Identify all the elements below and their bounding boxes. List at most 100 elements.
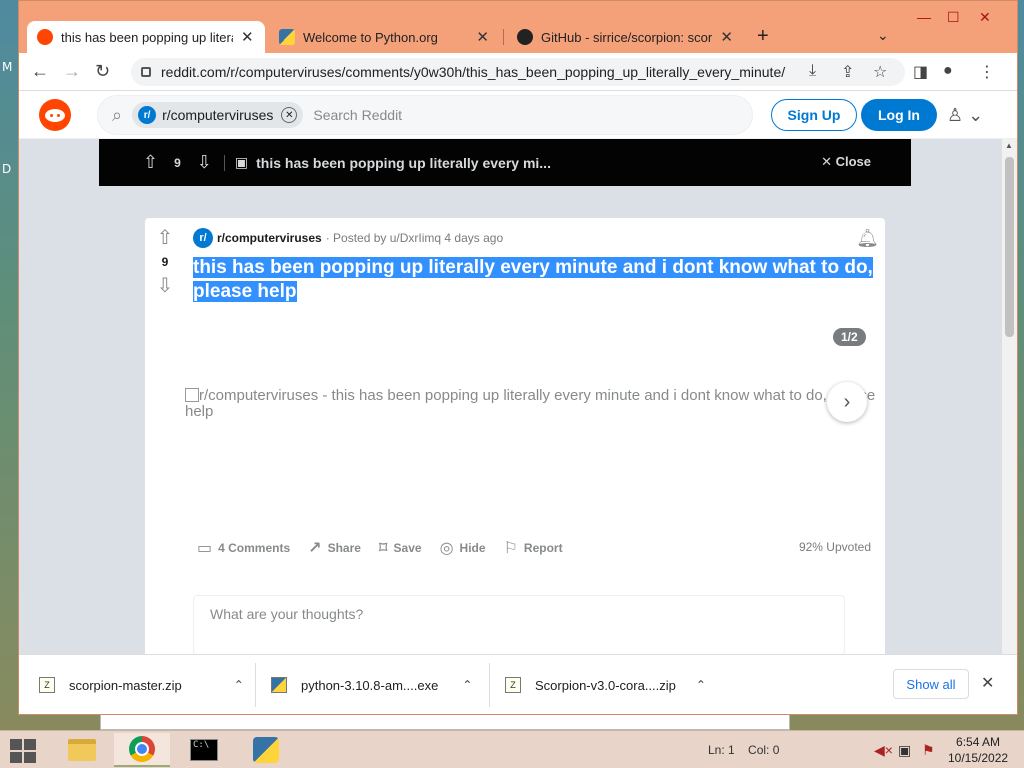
browser-window: this has been popping up literally every… [18, 0, 1018, 715]
save-label: Save [393, 541, 422, 555]
back-arrow-icon[interactable]: ← [31, 61, 49, 82]
upvote-ratio: 92% Upvoted [798, 540, 871, 554]
download-item[interactable]: python-3.10.8-am....exe ⌃ [271, 669, 472, 701]
clock-date: 10/15/2022 [948, 751, 1009, 765]
reddit-logo-icon[interactable] [39, 99, 71, 131]
tab-reddit[interactable]: this has been popping up literally every… [27, 21, 265, 53]
tab-separator [503, 29, 504, 45]
taskbar-cmd[interactable]: C:\ [176, 733, 232, 767]
download-item[interactable]: Z Scorpion-v3.0-cora....zip ⌃ [505, 669, 706, 701]
upvote-arrow-icon[interactable]: ⇧ [145, 226, 185, 250]
gallery-next-button[interactable]: › [827, 382, 867, 422]
upvote-arrow-icon[interactable]: ⇧ [143, 152, 158, 173]
flag-icon: ⚐ [503, 540, 518, 557]
save-button[interactable]: ⌑ Save [379, 538, 422, 558]
browser-toolbar: ← → ↻ reddit.com/r/computerviruses/comme… [19, 53, 1017, 91]
tab-python[interactable]: Welcome to Python.org ✕ [269, 21, 499, 53]
bookmark-star-icon[interactable]: ☆ [873, 62, 887, 82]
scrollbar-thumb[interactable] [1005, 157, 1014, 337]
image-alt-text: r/computerviruses - this has been poppin… [185, 387, 876, 420]
editor-status: Ln: 1 Col: 0 [708, 743, 779, 757]
download-filename: Scorpion-v3.0-cora....zip [535, 677, 676, 693]
side-panel-icon[interactable]: ◨ [913, 62, 928, 82]
page-scrollbar[interactable]: ▲ [1002, 139, 1017, 654]
taskbar-file-explorer[interactable] [54, 733, 110, 767]
log-in-button[interactable]: Log In [861, 99, 937, 131]
search-bar[interactable]: ⌕ r/ r/computerviruses ✕ Search Reddit [97, 95, 753, 135]
reload-icon[interactable]: ↻ [95, 61, 110, 82]
comment-input[interactable]: What are your thoughts? [193, 595, 845, 654]
volume-muted-icon[interactable]: ◀× [874, 742, 893, 759]
report-label: Report [523, 541, 563, 555]
close-window-button[interactable]: ✕ [979, 9, 991, 26]
forward-arrow-icon[interactable]: → [63, 61, 81, 82]
user-menu-icon[interactable]: ♙ ⌄ [947, 105, 983, 126]
desktop-label-d: D [2, 162, 12, 176]
comment-icon: ▭ [197, 540, 213, 557]
chevron-up-icon[interactable]: ⌃ [462, 678, 472, 692]
start-button[interactable] [10, 739, 38, 763]
share-icon[interactable]: ⇪ [841, 62, 854, 82]
clock-time: 6:54 AM [956, 735, 1001, 749]
new-tab-button[interactable]: + [757, 25, 769, 48]
hide-button[interactable]: ◎ Hide [440, 538, 486, 558]
tab-close-icon[interactable]: ✕ [720, 28, 733, 46]
subreddit-icon: r/ [193, 228, 213, 248]
sign-up-button[interactable]: Sign Up [771, 99, 857, 131]
search-icon: ⌕ [112, 104, 123, 125]
system-clock[interactable]: 6:54 AM 10/15/2022 [948, 734, 1008, 766]
close-download-shelf-icon[interactable]: ✕ [981, 673, 994, 693]
image-post-icon: ▣ [234, 154, 249, 170]
report-button[interactable]: ⚐ Report [504, 538, 563, 558]
tab-close-icon[interactable]: ✕ [241, 28, 254, 46]
command-prompt-icon: C:\ [190, 739, 218, 761]
browser-menu-icon[interactable]: ⋮ [979, 62, 995, 82]
maximize-button[interactable]: ☐ [947, 9, 960, 26]
show-all-downloads-button[interactable]: Show all [893, 669, 969, 699]
tab-close-icon[interactable]: ✕ [476, 28, 489, 46]
tab-search-button[interactable]: ⌄ [877, 27, 889, 44]
column-number: Col: 0 [748, 743, 780, 757]
address-bar[interactable]: reddit.com/r/computerviruses/comments/y0… [131, 58, 905, 86]
vote-count: 9 [161, 255, 169, 269]
chevron-up-icon[interactable]: ⌃ [696, 678, 706, 692]
post-title: this has been popping up literally every… [193, 256, 873, 304]
post-actions: ▭ 4 Comments ↗ Share ⌑ Save ◎ Hide ⚐ Report 9… [197, 538, 871, 558]
taskbar-python[interactable] [238, 733, 294, 767]
postbar-title: this has been popping up literally every… [256, 154, 551, 171]
bell-icon[interactable]: 🔔︎ [856, 228, 879, 249]
post-meta: r/ r/computerviruses · Posted by u/DxrIi… [193, 228, 503, 248]
profile-icon[interactable]: ● [943, 62, 953, 80]
tab-label: Welcome to Python.org [303, 29, 438, 45]
chevron-up-icon[interactable]: ⌃ [234, 678, 244, 692]
minimize-button[interactable]: — [917, 9, 931, 25]
close-post-button[interactable]: ✕ Close [821, 154, 871, 170]
taskbar-chrome[interactable] [114, 733, 170, 767]
reddit-icon [37, 29, 53, 45]
download-icon[interactable]: ⤓ [809, 62, 816, 80]
tab-github[interactable]: GitHub - sirrice/scorpion: scorpion ✕ [507, 21, 743, 53]
subreddit-link[interactable]: r/computerviruses [217, 231, 322, 245]
subreddit-search-chip: r/ r/computerviruses ✕ [132, 102, 304, 128]
download-separator [489, 663, 490, 707]
scroll-up-icon[interactable]: ▲ [1005, 141, 1013, 150]
downvote-arrow-icon[interactable]: ⇩ [145, 274, 185, 298]
vote-column: ⇧ 9 ⇩ [145, 226, 185, 298]
posted-by-text: · Posted by u/DxrIimq 4 days ago [325, 231, 504, 245]
chip-remove-icon[interactable]: ✕ [281, 107, 298, 123]
postbar-vote-count: 9 [174, 155, 181, 170]
share-arrow-icon: ↗ [308, 540, 322, 557]
close-label: Close [835, 154, 871, 169]
comments-button[interactable]: ▭ 4 Comments [197, 538, 290, 558]
line-number: Ln: 1 [708, 743, 735, 757]
network-icon[interactable]: ▣ [898, 742, 911, 759]
python-installer-icon [271, 677, 287, 693]
share-button[interactable]: ↗ Share [308, 538, 361, 558]
post-card: ⇧ 9 ⇩ r/ r/computerviruses · Posted by u… [145, 218, 885, 654]
eye-slash-icon: ◎ [439, 540, 454, 557]
tab-label: this has been popping up literally every… [61, 29, 233, 45]
action-center-flag-icon[interactable]: ⚑ [922, 742, 935, 759]
download-item[interactable]: Z scorpion-master.zip ⌃ [39, 669, 244, 701]
search-input[interactable]: Search Reddit [313, 107, 402, 123]
downvote-arrow-icon[interactable]: ⇩ [197, 152, 212, 173]
